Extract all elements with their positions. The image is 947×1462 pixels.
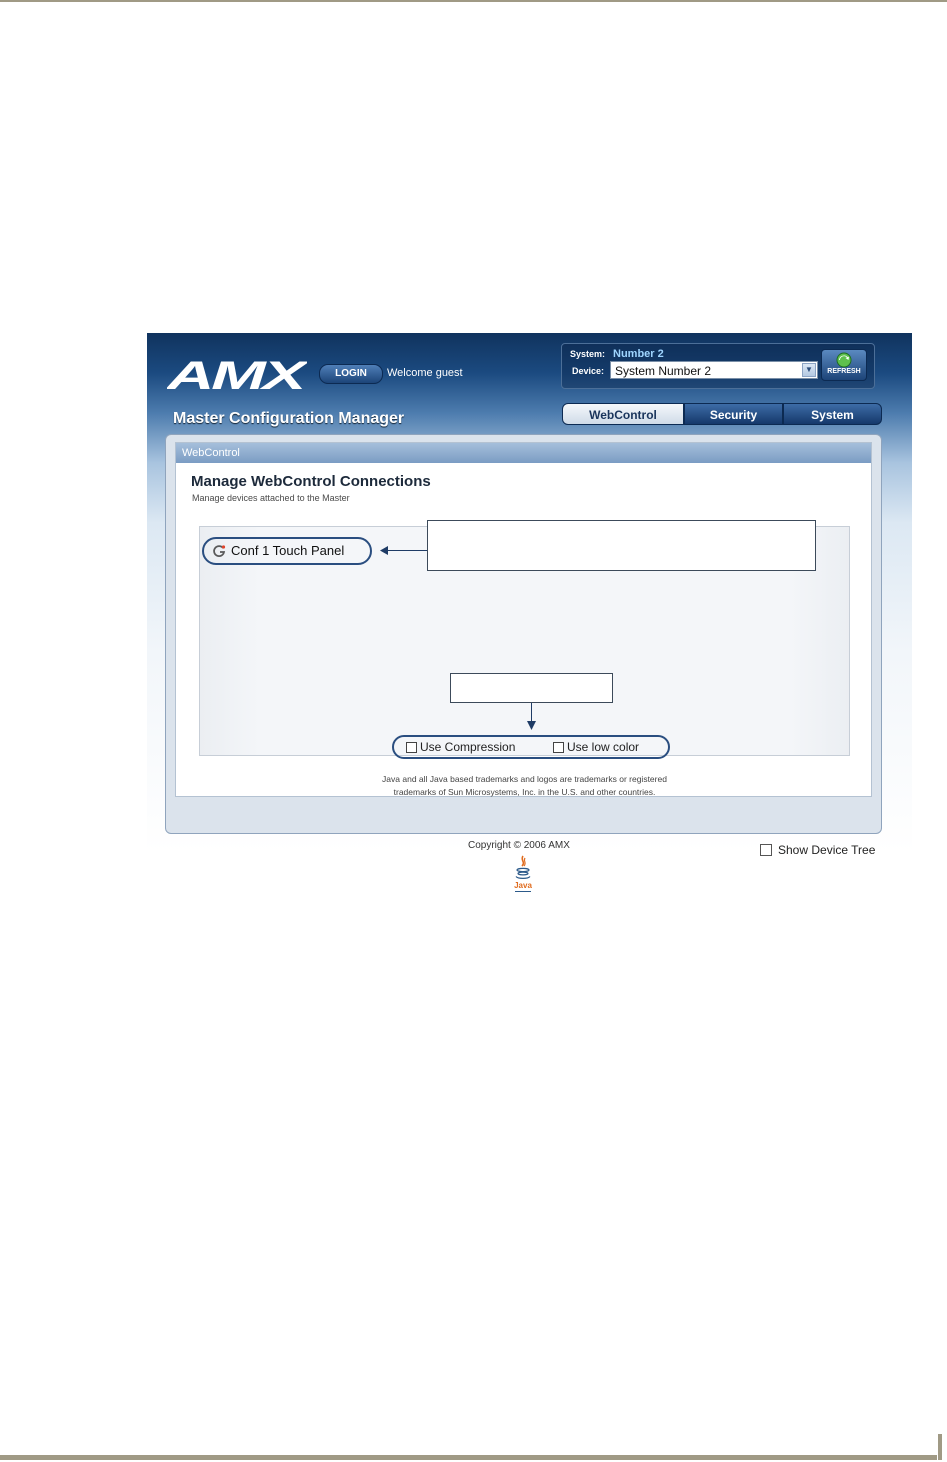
refresh-button[interactable]: REFRESH (821, 349, 867, 381)
main-tabs: WebControl Security System (562, 403, 882, 427)
system-device-box: System: Number 2 Device: System Number 2… (561, 343, 875, 389)
use-compression-label: Use Compression (420, 740, 516, 754)
show-device-tree-checkbox[interactable] (760, 844, 772, 856)
page-corner-mark (938, 1434, 942, 1460)
refresh-icon (836, 352, 852, 368)
use-low-color-option[interactable]: Use low color (553, 740, 639, 754)
system-label: System: (570, 349, 606, 359)
webcontrol-panel: WebControl Manage WebControl Connections… (175, 442, 872, 797)
tab-webcontrol[interactable]: WebControl (562, 403, 684, 425)
device-label: Device: (572, 366, 605, 376)
java-trademark-notice: Java and all Java based trademarks and l… (176, 773, 873, 799)
amx-logo: AMX (167, 355, 307, 395)
show-device-tree-label: Show Device Tree (778, 843, 876, 857)
device-select[interactable]: System Number 2 ▼ (610, 361, 818, 379)
callout-box-device (427, 520, 816, 571)
display-options-group: Use Compression Use low color (392, 735, 670, 759)
use-low-color-label: Use low color (567, 740, 640, 754)
svg-text:Java: Java (514, 881, 532, 890)
device-name: Conf 1 Touch Panel (231, 543, 345, 558)
tab-system[interactable]: System (783, 403, 882, 425)
java-logo-icon: Java (514, 855, 532, 892)
callout-box-options (450, 673, 613, 703)
device-connect-icon (213, 545, 226, 557)
app-title: Master Configuration Manager (173, 410, 405, 427)
refresh-label: REFRESH (827, 368, 861, 375)
webcontrol-applet: Conf 1 Touch Panel Use Compression Use l… (199, 520, 850, 759)
tab-security[interactable]: Security (684, 403, 783, 425)
use-low-color-checkbox[interactable] (553, 741, 564, 753)
login-button[interactable]: LOGIN (319, 364, 383, 384)
svg-text:AMX: AMX (167, 355, 307, 395)
welcome-text: Welcome guest (387, 367, 463, 379)
panel-header: WebControl (176, 443, 871, 463)
callout-arrow-device (386, 550, 427, 551)
trademark-line-2: trademarks of Sun Microsystems, Inc. in … (393, 787, 656, 797)
panel-subtitle: Manage devices attached to the Master (192, 493, 350, 503)
use-compression-option[interactable]: Use Compression (406, 740, 515, 754)
panel-title: Manage WebControl Connections (191, 473, 431, 490)
system-value: Number 2 (613, 348, 664, 360)
arrow-head-left-icon (380, 546, 388, 555)
show-device-tree-option[interactable]: Show Device Tree (760, 843, 875, 857)
device-connection-item[interactable]: Conf 1 Touch Panel (202, 537, 372, 565)
arrow-head-down-icon (527, 721, 536, 730)
page-top-rule (0, 0, 947, 2)
trademark-line-1: Java and all Java based trademarks and l… (382, 774, 667, 784)
device-select-value: System Number 2 (615, 364, 712, 378)
copyright-text: Copyright © 2006 AMX (468, 840, 570, 851)
webcontrol-screenshot: AMX LOGIN Welcome guest System: Number 2… (147, 333, 912, 906)
select-arrow-icon[interactable]: ▼ (802, 363, 816, 377)
callout-arrow-options (531, 703, 532, 723)
page-bottom-rule (0, 1455, 937, 1460)
use-compression-checkbox[interactable] (406, 741, 417, 753)
